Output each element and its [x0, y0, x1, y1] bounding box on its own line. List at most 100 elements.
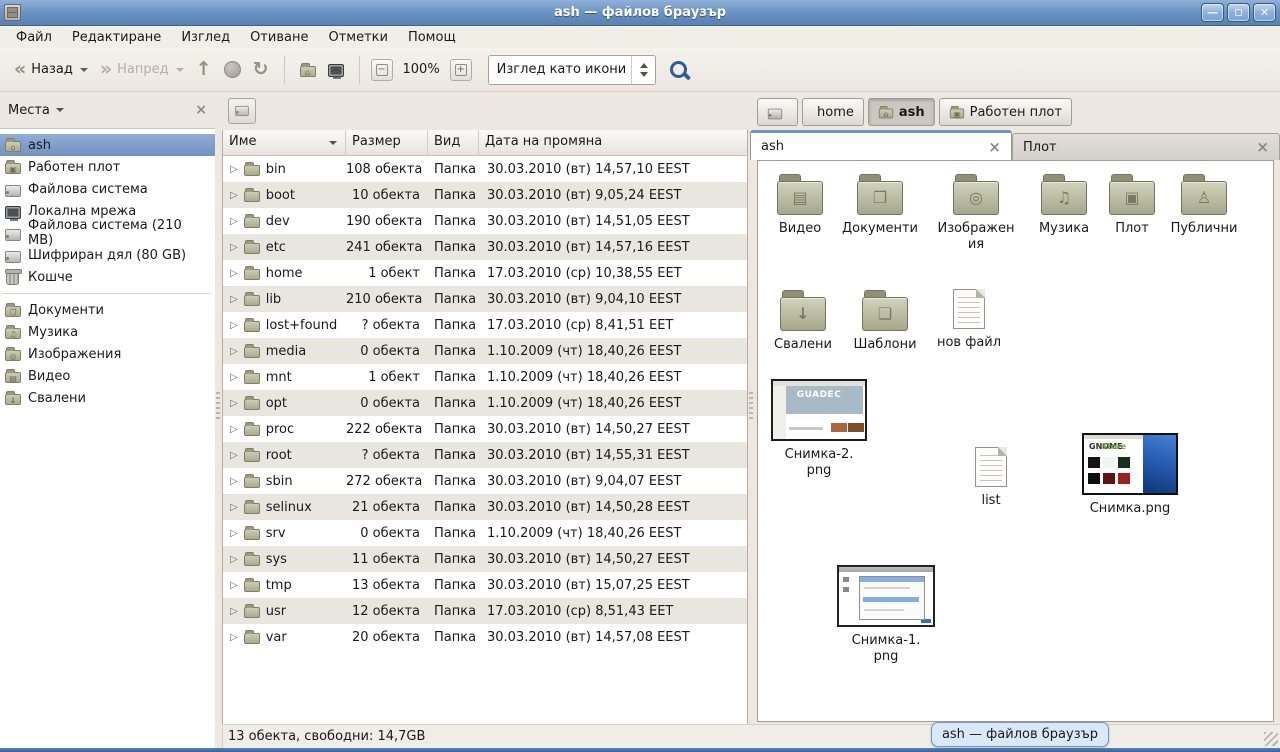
- expander-icon[interactable]: ▷: [230, 502, 238, 513]
- back-button[interactable]: « Назад: [8, 56, 94, 83]
- zoom-out-button[interactable]: −: [371, 59, 393, 81]
- expander-icon[interactable]: ▷: [230, 554, 238, 565]
- pane-splitter-left[interactable]: [215, 92, 222, 748]
- table-row[interactable]: ▷ etc 241 обекта Папка 30.03.2010 (вт) 1…: [223, 234, 747, 260]
- file-icon-item[interactable]: Шаблони: [837, 289, 933, 353]
- expander-icon[interactable]: ▷: [230, 190, 238, 201]
- breadcrumb-button[interactable]: home: [802, 98, 864, 126]
- back-history-arrow-icon[interactable]: [80, 68, 88, 72]
- home-button[interactable]: [294, 59, 322, 81]
- menu-item[interactable]: Изглед: [171, 28, 240, 47]
- up-button[interactable]: ↑: [190, 56, 218, 83]
- expander-icon[interactable]: ▷: [230, 216, 238, 227]
- sidebar-item[interactable]: Свалени: [0, 387, 215, 409]
- combo-spinner-icon[interactable]: [631, 56, 655, 84]
- window-control-button[interactable]: [1201, 3, 1224, 22]
- breadcrumb-button[interactable]: [757, 98, 798, 126]
- expander-icon[interactable]: ▷: [230, 580, 238, 591]
- expander-icon[interactable]: ▷: [230, 606, 238, 617]
- file-icon-item[interactable]: Изображения: [928, 173, 1024, 252]
- file-icon-item[interactable]: Документи: [832, 173, 928, 237]
- reload-button[interactable]: ↻: [247, 56, 275, 83]
- sidebar-item[interactable]: Кошче: [0, 266, 215, 288]
- expander-icon[interactable]: ▷: [230, 450, 238, 461]
- table-row[interactable]: ▷ lib 210 обекта Папка 30.03.2010 (вт) 9…: [223, 286, 747, 312]
- expander-icon[interactable]: ▷: [230, 372, 238, 383]
- breadcrumb-button[interactable]: ash: [868, 98, 935, 126]
- column-header-name[interactable]: Име: [223, 130, 346, 155]
- breadcrumb-button[interactable]: Работен плот: [939, 98, 1072, 126]
- expander-icon[interactable]: ▷: [230, 242, 238, 253]
- sidebar-item[interactable]: Музика: [0, 321, 215, 343]
- sidebar-item[interactable]: Работен плот: [0, 156, 215, 178]
- sidebar-item[interactable]: Файлова система (210 MB): [0, 222, 215, 244]
- forward-history-arrow-icon[interactable]: [176, 68, 184, 72]
- computer-button[interactable]: [322, 58, 350, 81]
- sidebar-title-arrow-icon[interactable]: [56, 108, 64, 112]
- column-header-date[interactable]: Дата на промяна: [479, 130, 747, 155]
- file-icon-item[interactable]: list: [943, 443, 1039, 509]
- menu-item[interactable]: Отметки: [318, 28, 397, 47]
- expander-icon[interactable]: ▷: [230, 164, 238, 175]
- sidebar-item[interactable]: Документи: [0, 299, 215, 321]
- file-icon-item[interactable]: Снимка-2.png: [771, 379, 867, 478]
- sidebar-item[interactable]: ash: [0, 134, 215, 156]
- menu-item[interactable]: Помощ: [398, 28, 466, 47]
- table-row[interactable]: ▷ srv 0 обекта Папка 1.10.2009 (чт) 18,4…: [223, 520, 747, 546]
- tree-root-button[interactable]: [228, 98, 256, 124]
- expander-icon[interactable]: ▷: [230, 424, 238, 435]
- sidebar-item[interactable]: Изображения: [0, 343, 215, 365]
- expander-icon[interactable]: ▷: [230, 632, 238, 643]
- table-row[interactable]: ▷ mnt 1 обект Папка 1.10.2009 (чт) 18,40…: [223, 364, 747, 390]
- window-control-button[interactable]: [1253, 3, 1276, 22]
- expander-icon[interactable]: ▷: [230, 320, 238, 331]
- table-row[interactable]: ▷ bin 108 обекта Папка 30.03.2010 (вт) 1…: [223, 156, 747, 182]
- table-row[interactable]: ▷ media 0 обекта Папка 1.10.2009 (чт) 18…: [223, 338, 747, 364]
- expander-icon[interactable]: ▷: [230, 346, 238, 357]
- file-icon-item[interactable]: Снимка.png: [1082, 433, 1178, 517]
- menu-item[interactable]: Файл: [6, 28, 62, 47]
- tab-close-icon[interactable]: ×: [988, 138, 1001, 156]
- tab[interactable]: Плот ×: [1012, 133, 1280, 160]
- expander-icon[interactable]: ▷: [230, 294, 238, 305]
- tab-close-icon[interactable]: ×: [1256, 138, 1269, 156]
- splitter-grip[interactable]: [216, 392, 220, 422]
- table-row[interactable]: ▷ lost+found ? обекта Папка 17.03.2010 (…: [223, 312, 747, 338]
- table-row[interactable]: ▷ opt 0 обекта Папка 1.10.2009 (чт) 18,4…: [223, 390, 747, 416]
- tab[interactable]: ash ×: [750, 130, 1012, 160]
- table-row[interactable]: ▷ selinux 21 обекта Папка 30.03.2010 (вт…: [223, 494, 747, 520]
- taskbar-window-button[interactable]: ash — файлов браузър: [931, 722, 1109, 747]
- file-icon-item[interactable]: нов файл: [921, 285, 1017, 351]
- menu-item[interactable]: Редактиране: [62, 28, 171, 47]
- menu-item[interactable]: Отиване: [240, 28, 318, 47]
- table-row[interactable]: ▷ usr 12 обекта Папка 17.03.2010 (ср) 8,…: [223, 598, 747, 624]
- stop-button[interactable]: [218, 57, 247, 82]
- table-row[interactable]: ▷ sbin 272 обекта Папка 30.03.2010 (вт) …: [223, 468, 747, 494]
- splitter-grip[interactable]: [749, 392, 753, 422]
- column-header-size[interactable]: Размер: [346, 130, 428, 155]
- table-row[interactable]: ▷ home 1 обект Папка 17.03.2010 (ср) 10,…: [223, 260, 747, 286]
- file-icon-item[interactable]: Публични: [1156, 173, 1252, 237]
- sidebar-item[interactable]: Шифриран дял (80 GB): [0, 244, 215, 266]
- forward-button[interactable]: » Напред: [94, 56, 190, 83]
- table-row[interactable]: ▷ proc 222 обекта Папка 30.03.2010 (вт) …: [223, 416, 747, 442]
- sidebar-item[interactable]: Видео: [0, 365, 215, 387]
- table-row[interactable]: ▷ root ? обекта Папка 30.03.2010 (вт) 14…: [223, 442, 747, 468]
- window-control-button[interactable]: [1227, 3, 1250, 22]
- column-header-type[interactable]: Вид: [428, 130, 479, 155]
- expander-icon[interactable]: ▷: [230, 398, 238, 409]
- sidebar-title[interactable]: Места: [8, 103, 50, 118]
- zoom-in-button[interactable]: +: [450, 59, 472, 81]
- table-row[interactable]: ▷ dev 190 обекта Папка 30.03.2010 (вт) 1…: [223, 208, 747, 234]
- expander-icon[interactable]: ▷: [230, 528, 238, 539]
- expander-icon[interactable]: ▷: [230, 268, 238, 279]
- view-mode-select[interactable]: Изглед като икони: [488, 55, 656, 85]
- table-row[interactable]: ▷ sys 11 обекта Папка 30.03.2010 (вт) 14…: [223, 546, 747, 572]
- search-icon[interactable]: [670, 61, 687, 78]
- file-icon-item[interactable]: Снимка-1.png: [838, 565, 934, 664]
- table-row[interactable]: ▷ boot 10 обекта Папка 30.03.2010 (вт) 9…: [223, 182, 747, 208]
- table-row[interactable]: ▷ var 20 обекта Папка 30.03.2010 (вт) 14…: [223, 624, 747, 650]
- sidebar-close-icon[interactable]: ×: [195, 102, 207, 118]
- resize-grip-icon[interactable]: [1264, 732, 1278, 746]
- expander-icon[interactable]: ▷: [230, 476, 238, 487]
